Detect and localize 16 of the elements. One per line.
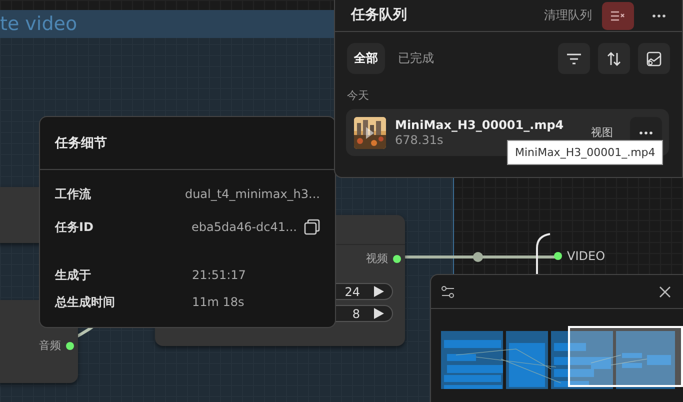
slot-label: 视频 — [366, 251, 388, 266]
field-value: 21:51:17 — [192, 268, 246, 282]
panel-title: 任务队列 — [351, 6, 408, 24]
field-label: 任务ID — [55, 218, 94, 236]
field-value: eba5da46-dc41... — [192, 220, 297, 234]
duration: 678.31s — [395, 133, 444, 147]
slot-label: VIDEO — [567, 249, 606, 263]
field-value: dual_t4_minimax_h3... — [184, 187, 320, 201]
group-title: te video — [0, 13, 78, 35]
file-name: MiniMax_H3_00001_.mp4 — [395, 118, 565, 132]
tooltip: MiniMax_H3_00001_.mp4 — [507, 140, 664, 165]
slot-label: 音频 — [39, 338, 61, 353]
field-label: 工作流 — [55, 186, 92, 202]
section-label: 今天 — [346, 88, 370, 103]
field-label: 生成于 — [55, 266, 92, 284]
field-value: 11m 18s — [192, 295, 244, 309]
